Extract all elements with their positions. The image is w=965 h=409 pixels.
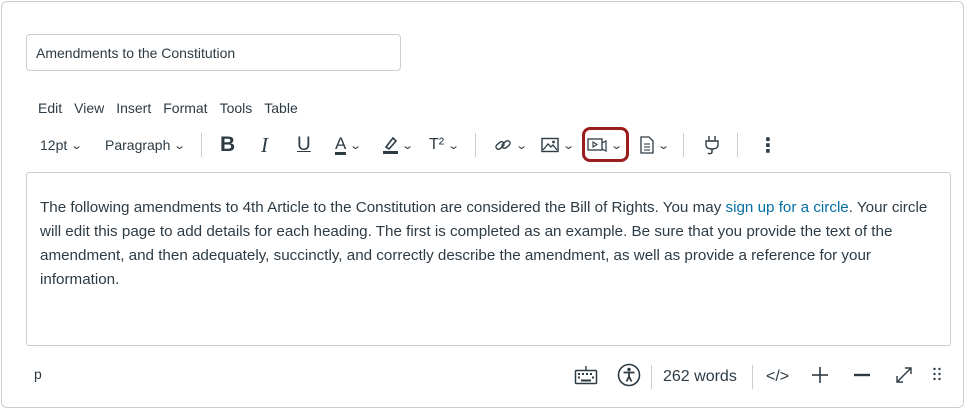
toolbar-divider <box>683 133 684 157</box>
block-format-value: Paragraph <box>105 137 171 153</box>
link-button[interactable]: ⌄ <box>494 128 529 162</box>
zoom-in-button[interactable] <box>810 364 830 390</box>
keyboard-icon <box>574 365 598 390</box>
more-options-button[interactable]: ⋮ <box>758 128 778 162</box>
word-count: 262 words <box>663 368 737 385</box>
font-size-select[interactable]: 12pt ⌄ <box>40 128 84 162</box>
chevron-down-icon: ⌄ <box>70 139 84 152</box>
menu-view[interactable]: View <box>74 99 104 117</box>
toolbar-divider <box>201 133 202 157</box>
block-format-select[interactable]: Paragraph ⌄ <box>105 128 187 162</box>
editor-paragraph: The following amendments to 4th Article … <box>40 196 937 292</box>
italic-icon: I <box>261 132 268 157</box>
media-button-highlight <box>582 127 629 162</box>
chevron-down-icon: ⌄ <box>401 139 415 152</box>
underline-button[interactable]: U <box>297 128 311 162</box>
drag-handle-icon <box>932 365 942 390</box>
menu-insert[interactable]: Insert <box>116 99 151 117</box>
chevron-down-icon: ⌄ <box>349 139 363 152</box>
bold-icon: B <box>220 133 236 156</box>
highlight-color-button[interactable]: ⌄ <box>382 128 415 162</box>
minus-icon <box>852 365 872 390</box>
apps-button[interactable] <box>703 128 721 162</box>
toolbar-divider <box>737 133 738 157</box>
plus-icon <box>810 365 830 390</box>
chevron-down-icon: ⌄ <box>173 139 187 152</box>
accessibility-icon <box>617 363 641 392</box>
keyboard-shortcuts-button[interactable] <box>574 364 598 390</box>
menu-format[interactable]: Format <box>163 99 207 117</box>
bold-button[interactable]: B <box>220 128 235 162</box>
editor-toolbar: 12pt ⌄ Paragraph ⌄ B I U A ⌄ ⌄ T² ⌄ ⌄ ⌄ ⌄ <box>30 128 790 162</box>
chevron-down-icon: ⌄ <box>562 139 576 152</box>
document-icon <box>640 136 654 154</box>
toolbar-divider <box>475 133 476 157</box>
italic-button[interactable]: I <box>261 128 268 162</box>
accessibility-checker-button[interactable] <box>617 363 641 392</box>
paragraph-text: The following amendments to 4th Article … <box>40 199 726 216</box>
image-icon <box>541 137 559 153</box>
menu-table[interactable]: Table <box>264 99 297 117</box>
chevron-down-icon: ⌄ <box>515 139 529 152</box>
statusbar-divider <box>752 365 753 389</box>
menu-tools[interactable]: Tools <box>220 99 253 117</box>
highlighter-icon <box>382 135 398 155</box>
word-count-button[interactable]: 262 words <box>663 364 737 390</box>
underline-icon: U <box>297 134 311 155</box>
editor-statusbar: p 262 words </> <box>0 360 965 394</box>
superscript-icon: T² <box>429 136 445 153</box>
menu-edit[interactable]: Edit <box>38 99 62 117</box>
more-vertical-icon: ⋮ <box>758 134 778 157</box>
editor-menubar: Edit View Insert Format Tools Table <box>38 99 310 117</box>
expand-icon <box>894 365 914 390</box>
sign-up-link[interactable]: sign up for a circle <box>726 199 849 216</box>
superscript-button[interactable]: T² ⌄ <box>429 128 461 162</box>
link-icon <box>494 136 512 154</box>
page-title-input[interactable] <box>26 34 401 71</box>
code-icon: </> <box>766 368 790 385</box>
apps-plug-icon <box>703 135 721 155</box>
zoom-out-button[interactable] <box>852 364 872 390</box>
element-path[interactable]: p <box>34 366 42 382</box>
resize-handle[interactable] <box>932 364 942 390</box>
editor-content-area[interactable]: The following amendments to 4th Article … <box>26 172 951 346</box>
chevron-down-icon: ⌄ <box>447 139 461 152</box>
document-button[interactable]: ⌄ <box>640 128 671 162</box>
statusbar-divider <box>651 365 652 389</box>
chevron-down-icon: ⌄ <box>657 139 671 152</box>
text-color-icon: A <box>335 133 347 155</box>
font-size-value: 12pt <box>40 137 68 153</box>
fullscreen-button[interactable] <box>894 364 914 390</box>
text-color-button[interactable]: A ⌄ <box>335 128 363 162</box>
image-button[interactable]: ⌄ <box>541 128 576 162</box>
html-editor-toggle[interactable]: </> <box>766 364 789 390</box>
